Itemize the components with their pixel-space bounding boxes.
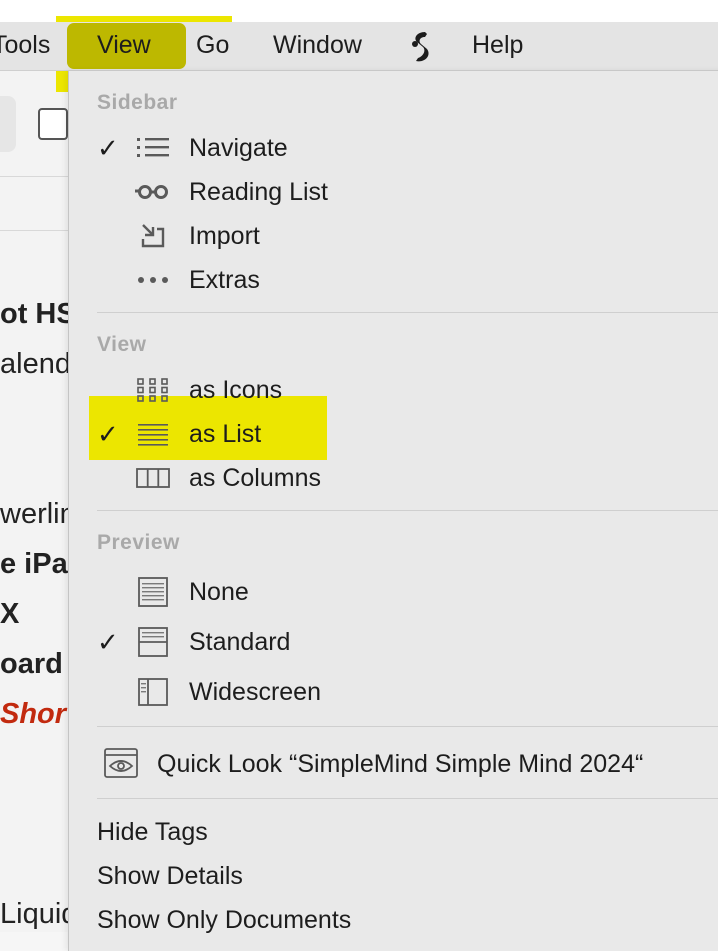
menu-separator	[97, 510, 718, 511]
menu-item-preview-widescreen[interactable]: Widescreen	[69, 672, 718, 712]
menu-item-as-columns[interactable]: as Columns	[69, 458, 718, 498]
list-icon	[135, 133, 171, 163]
preview-widescreen-icon	[135, 677, 171, 707]
menu-go[interactable]: Go	[196, 22, 229, 70]
menu-item-preview-standard[interactable]: ✓ Standard	[69, 622, 718, 662]
menu-item-label: Reading List	[189, 178, 328, 206]
ellipsis-icon	[135, 265, 171, 295]
background-text: oard	[0, 648, 63, 680]
menu-separator	[97, 798, 718, 799]
menu-view[interactable]: View	[97, 22, 151, 70]
preview-standard-icon	[135, 627, 171, 657]
background-search-field	[0, 96, 16, 152]
menu-item-label: as List	[189, 420, 262, 448]
menu-item-label: Widescreen	[189, 678, 321, 706]
menu-separator	[97, 312, 718, 313]
background-text: werlin	[0, 498, 76, 530]
menu-tools[interactable]: Tools	[0, 22, 50, 70]
background-text: alend	[0, 348, 71, 380]
background-document-icon	[38, 108, 68, 140]
check-mark: ✓	[97, 419, 119, 449]
menu-item-label: Extras	[189, 266, 260, 294]
menu-window[interactable]: Window	[273, 22, 362, 70]
lines-icon	[135, 419, 171, 449]
eye-preview-icon	[103, 747, 139, 778]
menu-item-label: Quick Look “SimpleMind Simple Mind 2024“	[157, 750, 644, 778]
menu-item-label: Import	[189, 222, 260, 250]
menu-item-reading-list[interactable]: Reading List	[69, 172, 718, 212]
scriptlet-s-icon[interactable]	[408, 30, 434, 64]
menu-item-as-list[interactable]: ✓ as List	[69, 414, 718, 454]
menu-item-show-details[interactable]: Show Details	[97, 856, 243, 896]
glasses-icon	[135, 177, 171, 207]
import-icon	[135, 221, 171, 251]
section-heading-preview: Preview	[97, 531, 180, 554]
menu-item-label: Standard	[189, 628, 291, 656]
view-dropdown-menu: Sidebar ✓ Navigate Reading List Import E…	[68, 71, 718, 951]
menu-item-navigate[interactable]: ✓ Navigate	[69, 128, 718, 168]
columns-icon	[135, 463, 171, 493]
check-mark: ✓	[97, 133, 119, 163]
menu-help[interactable]: Help	[472, 22, 523, 70]
menu-item-as-icons[interactable]: as Icons	[69, 370, 718, 410]
menu-item-show-only-documents[interactable]: Show Only Documents	[97, 900, 351, 940]
background-text: Liquid	[0, 898, 78, 930]
background-text: X	[0, 598, 20, 630]
menu-item-label: None	[189, 578, 249, 606]
menu-item-preview-none[interactable]: None	[69, 572, 718, 612]
grid-icon	[135, 375, 171, 405]
check-mark: ✓	[97, 627, 119, 657]
menu-separator	[97, 726, 718, 727]
preview-none-icon	[135, 577, 171, 607]
section-heading-sidebar: Sidebar	[97, 91, 178, 114]
menu-item-extras[interactable]: Extras	[69, 260, 718, 300]
menu-item-quick-look[interactable]: Quick Look “SimpleMind Simple Mind 2024“	[69, 744, 718, 784]
section-heading-view: View	[97, 333, 147, 356]
menu-item-label: Navigate	[189, 134, 288, 162]
background-text: Shor	[0, 698, 67, 730]
menu-item-import[interactable]: Import	[69, 216, 718, 256]
menu-item-label: as Columns	[189, 464, 321, 492]
menu-item-hide-tags[interactable]: Hide Tags	[97, 812, 208, 852]
background-text: ot HS	[0, 298, 76, 330]
menu-item-label: as Icons	[189, 376, 283, 404]
